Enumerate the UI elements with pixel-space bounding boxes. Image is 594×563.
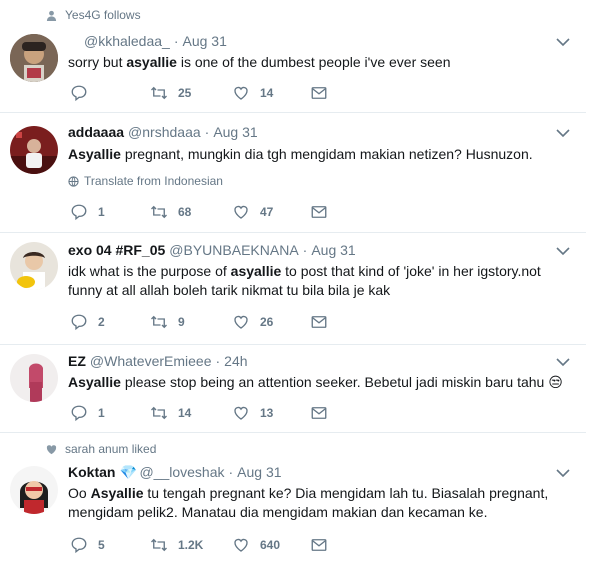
envelope-icon xyxy=(311,316,327,328)
tweet-text: Oo Asyallie tu tengah pregnant ke? Dia m… xyxy=(68,485,549,520)
avatar[interactable] xyxy=(10,354,58,402)
reply-icon xyxy=(71,85,87,102)
retweet-button[interactable]: 14 xyxy=(150,404,191,422)
reply-button[interactable]: 1 xyxy=(70,404,105,422)
user-handle[interactable]: @__loveshak xyxy=(139,464,224,480)
tweet-header: Koktan 💎 @__loveshak · Aug 31 xyxy=(68,464,282,480)
social-context-text: sarah anum liked xyxy=(65,442,157,456)
like-button[interactable]: 26 xyxy=(232,313,273,331)
envelope-icon xyxy=(311,407,327,419)
social-context: sarah anum liked xyxy=(46,442,156,456)
display-name[interactable]: exo 04 #RF_05 xyxy=(68,242,165,258)
reply-button[interactable]: 2 xyxy=(70,313,105,331)
direct-message-button[interactable] xyxy=(310,313,328,331)
user-handle[interactable]: @nrshdaaa xyxy=(128,124,201,140)
direct-message-button[interactable] xyxy=(310,203,328,221)
heart-icon xyxy=(234,205,248,219)
tweet-actions: 5 1.2K 640 xyxy=(70,536,400,556)
tweet-actions: 1 14 13 xyxy=(70,404,400,424)
retweet-icon xyxy=(151,538,167,552)
avatar[interactable] xyxy=(10,126,58,174)
display-name[interactable]: Koktan xyxy=(68,464,115,480)
direct-message-button[interactable] xyxy=(310,536,328,554)
retweet-button[interactable]: 1.2K xyxy=(150,536,203,554)
tweet[interactable]: exo 04 #RF_05 @BYUNBAEKNANA · Aug 31 idk… xyxy=(0,232,586,345)
reply-button[interactable]: 1 xyxy=(70,203,105,221)
person-icon xyxy=(46,10,57,21)
heart-icon xyxy=(234,86,248,100)
tweet-feed: Yes4G follows @kkhaledaa_ · Aug 31 sorry… xyxy=(0,0,594,563)
tweet-header: addaaaa @nrshdaaa · Aug 31 xyxy=(68,124,258,140)
avatar[interactable] xyxy=(10,466,58,514)
reply-icon xyxy=(71,537,87,554)
like-button[interactable]: 14 xyxy=(232,84,273,102)
direct-message-button[interactable] xyxy=(310,404,328,422)
tweet-actions: 25 14 xyxy=(70,84,400,104)
reply-button[interactable] xyxy=(70,84,98,102)
envelope-icon xyxy=(311,206,327,218)
tweet[interactable]: Yes4G follows @kkhaledaa_ · Aug 31 sorry… xyxy=(0,0,586,113)
tweet[interactable]: sarah anum liked Koktan 💎 @__loveshak · … xyxy=(0,432,586,563)
timestamp[interactable]: Aug 31 xyxy=(213,124,257,140)
chevron-down-icon[interactable] xyxy=(556,38,570,47)
retweet-icon xyxy=(151,205,167,219)
like-button[interactable]: 640 xyxy=(232,536,280,554)
avatar[interactable] xyxy=(10,34,58,82)
reply-icon xyxy=(71,314,87,331)
social-context: Yes4G follows xyxy=(46,8,141,22)
reply-button[interactable]: 5 xyxy=(70,536,105,554)
user-handle[interactable]: @WhateverEmieee xyxy=(90,353,212,369)
heart-icon xyxy=(234,315,248,329)
timestamp[interactable]: Aug 31 xyxy=(237,464,281,480)
heart-icon xyxy=(234,406,248,420)
avatar[interactable] xyxy=(10,242,58,290)
like-button[interactable]: 47 xyxy=(232,203,273,221)
envelope-icon xyxy=(311,87,327,99)
retweet-icon xyxy=(151,406,167,420)
user-handle[interactable]: @BYUNBAEKNANA xyxy=(169,242,298,258)
tweet-text: Asyallie please stop being an attention … xyxy=(68,374,563,390)
translate-link[interactable]: Translate from Indonesian xyxy=(68,174,223,188)
heart-icon xyxy=(46,444,57,454)
chevron-down-icon[interactable] xyxy=(556,469,570,478)
chevron-down-icon[interactable] xyxy=(556,129,570,138)
display-name[interactable]: addaaaa xyxy=(68,124,124,140)
tweet-text: sorry but asyallie is one of the dumbest… xyxy=(68,54,451,70)
timestamp[interactable]: Aug 31 xyxy=(183,33,227,49)
chevron-down-icon[interactable] xyxy=(556,358,570,367)
tweet-text: Asyallie pregnant, mungkin dia tgh mengi… xyxy=(68,146,533,162)
retweet-icon xyxy=(151,315,167,329)
retweet-button[interactable]: 9 xyxy=(150,313,185,331)
social-context-text: Yes4G follows xyxy=(65,8,141,22)
tweet-header: exo 04 #RF_05 @BYUNBAEKNANA · Aug 31 xyxy=(68,242,356,258)
user-handle[interactable]: @kkhaledaa_ xyxy=(84,33,170,49)
reply-icon xyxy=(71,405,87,422)
tweet-header: @kkhaledaa_ · Aug 31 xyxy=(84,33,227,49)
envelope-icon xyxy=(311,539,327,551)
tweet[interactable]: addaaaa @nrshdaaa · Aug 31 Asyallie preg… xyxy=(0,112,586,233)
display-name[interactable]: EZ xyxy=(68,353,86,369)
like-button[interactable]: 13 xyxy=(232,404,273,422)
tweet-text: idk what is the purpose of asyallie to p… xyxy=(68,263,541,298)
tweet-actions: 1 68 47 xyxy=(70,203,400,223)
timestamp[interactable]: Aug 31 xyxy=(311,242,355,258)
tweet-header: EZ @WhateverEmieee · 24h xyxy=(68,353,248,369)
reply-icon xyxy=(71,204,87,221)
heart-icon xyxy=(234,538,248,552)
retweet-button[interactable]: 68 xyxy=(150,203,191,221)
diamond-icon: 💎 xyxy=(119,464,137,480)
tweet[interactable]: EZ @WhateverEmieee · 24h Asyallie please… xyxy=(0,344,586,433)
chevron-down-icon[interactable] xyxy=(556,247,570,256)
retweet-icon xyxy=(151,86,167,100)
globe-icon xyxy=(68,175,79,187)
tweet-actions: 2 9 26 xyxy=(70,313,400,333)
unamused-emoji: 😒 xyxy=(548,374,563,390)
timestamp[interactable]: 24h xyxy=(224,353,247,369)
direct-message-button[interactable] xyxy=(310,84,328,102)
retweet-button[interactable]: 25 xyxy=(150,84,191,102)
